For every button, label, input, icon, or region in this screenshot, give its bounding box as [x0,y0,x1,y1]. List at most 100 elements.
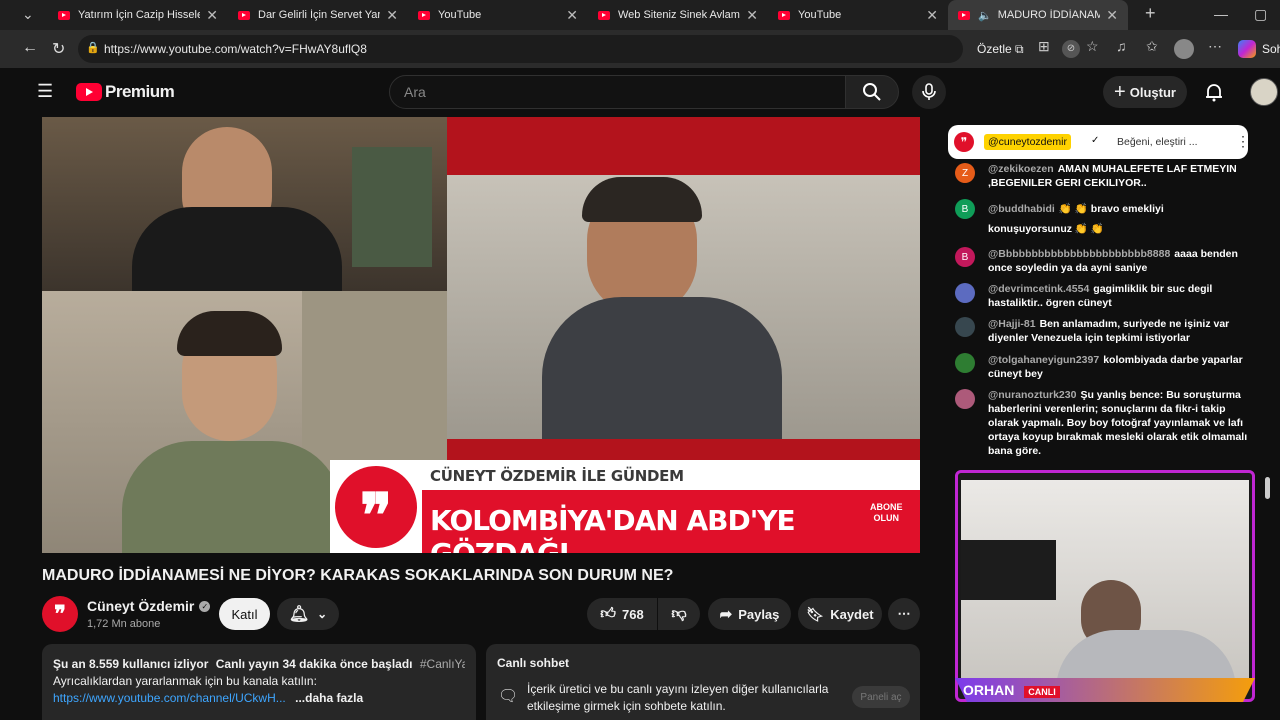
more-actions-button[interactable]: ⋯ [888,598,920,630]
chevron-down-icon: ⌄ [317,607,328,621]
chat-message: @Bbbbbbbbbbbbbbbbbbbbbbb8888 aaaa benden … [988,247,1253,275]
tab-strip: Yatırım İçin Cazip Hisseler Oc ✕ Dar Gel… [48,0,1128,30]
like-button[interactable]: 👍︎ 768 [587,598,657,630]
read-aloud-icon[interactable]: ♫ [1116,38,1127,54]
live-badge: CANLI [1024,686,1060,698]
chat-avatar: Z [955,163,975,183]
show-more-link[interactable]: ...daha fazla [295,691,363,705]
minimize-window-icon[interactable]: — [1214,6,1228,22]
site-info-icon[interactable]: 🔒 [86,41,100,54]
favorites-icon[interactable]: ✩ [1146,38,1158,55]
browser-tab[interactable]: Yatırım İçin Cazip Hisseler Oc ✕ [48,0,228,30]
tab-title: Yatırım İçin Cazip Hisseler Oc [78,9,201,21]
tracking-prevention-icon[interactable]: ⊘ [1062,40,1080,58]
browser-tab[interactable]: Web Siteniz Sinek Avlamasını ✕ [588,0,768,30]
browser-address-bar: ← ↻ 🔒 https://www.youtube.com/watch?v=FH… [0,30,1280,68]
browser-tab-bar: ⌄ Yatırım İçin Cazip Hisseler Oc ✕ Dar G… [0,0,1280,30]
close-tab-icon[interactable]: ✕ [566,7,578,24]
quote-logo-icon: ❞ [330,460,422,553]
channel-link[interactable]: https://www.youtube.com/channel/UCkwH... [53,691,286,705]
search-input[interactable]: Ara [389,75,846,109]
tab-list-chevron-icon[interactable]: ⌄ [22,6,34,23]
close-tab-icon[interactable]: ✕ [386,7,398,24]
browser-tab[interactable]: YouTube ✕ [408,0,588,30]
audio-playing-icon[interactable]: 🔈 [978,9,992,22]
chat-author[interactable]: @nuranozturk230 [988,389,1076,401]
verified-check-icon: ✓ [199,600,211,612]
hashtag-link[interactable]: #CanlıYayın [420,657,465,671]
channel-mini-avatar: ❞ [954,132,974,152]
hamburger-menu-icon[interactable]: ☰ [37,81,53,102]
favorite-star-icon[interactable]: ☆ [1086,38,1099,55]
join-button[interactable]: Katıl [219,598,270,630]
youtube-favicon-icon [598,10,610,20]
open-panel-button[interactable]: Paneli aç [852,686,910,708]
search-icon [863,83,881,101]
channel-name[interactable]: Cüneyt Özdemir [87,598,194,614]
subscribed-notifications-button[interactable]: 🔔︎ ⌄ [277,598,339,630]
notifications-bell-icon[interactable] [1204,82,1224,102]
pinned-message-banner[interactable]: ❞ @cuneytozdemir ✓ Beğeni, eleştiri ... … [948,125,1250,159]
summarize-button[interactable]: Özetle ⧉ [977,42,1024,57]
subscribe-badge: ABONE OLUN [870,502,903,524]
share-button[interactable]: ➦ Paylaş [708,598,791,630]
verified-check-icon: ✓ [1091,135,1100,146]
youtube-favicon-icon [58,10,70,20]
streamer-webcam-overlay: ORHAN CANLI [955,470,1255,702]
copilot-icon[interactable] [1238,40,1256,58]
create-button[interactable]: + Oluştur [1103,76,1187,108]
maximize-window-icon[interactable]: ▢ [1254,6,1267,23]
user-avatar[interactable] [1250,78,1278,106]
chat-author[interactable]: @zekikoezen [988,163,1054,175]
close-tab-icon[interactable]: ✕ [1106,7,1118,24]
overlay-name-text: ORHAN [963,682,1015,698]
pinned-text: Beğeni, eleştiri ... [1117,136,1198,148]
description-text: Ayrıcalıklardan yararlanmak için bu kana… [53,674,317,688]
youtube-logo[interactable]: Premium [76,82,175,102]
chat-author[interactable]: @Bbbbbbbbbbbbbbbbbbbbbbb8888 [988,248,1170,260]
tab-title: Web Siteniz Sinek Avlamasını [618,9,740,21]
create-label: Oluştur [1129,84,1176,100]
chat-author[interactable]: @tolgahaneyigun2397 [988,354,1099,366]
back-arrow-icon[interactable]: ← [22,39,38,57]
dislike-button[interactable]: 👎︎ [658,598,700,630]
browser-tab[interactable]: Dar Gelirli İçin Servet Yaratma ✕ [228,0,408,30]
close-tab-icon[interactable]: ✕ [926,7,938,24]
share-label: Paylaş [738,606,780,622]
search-placeholder: Ara [404,84,426,100]
show-name: CÜNEYT ÖZDEMİR İLE GÜNDEM [430,467,684,485]
video-player[interactable]: CÜNEYT ÖZDEMİR İLE GÜNDEM KOLOMBİYA'DAN … [42,117,920,553]
open-panel-label: Paneli aç [860,691,902,703]
more-vertical-icon[interactable]: ⋮ [1236,133,1250,150]
chat-author[interactable]: @devrimcetink.4554 [988,283,1089,295]
search-button[interactable] [845,75,899,109]
save-button[interactable]: 🔖︎ Kaydet [798,598,882,630]
thumbs-down-icon: 👎︎ [671,605,687,622]
chat-scrollbar[interactable] [1265,477,1270,499]
browser-tab-active[interactable]: 🔈 MADURO İDDİANAMESİ ✕ [948,0,1128,30]
thumbs-up-icon: 👍︎ [600,605,616,622]
profile-avatar-icon[interactable] [1174,39,1194,59]
chat-author[interactable]: @buddhabidi [988,203,1055,215]
channel-avatar[interactable]: ❞ [42,596,78,632]
microphone-icon [922,83,936,100]
chat-avatar: B [955,199,975,219]
youtube-favicon-icon [778,10,790,20]
save-label: Kaydet [830,606,874,622]
browser-tab[interactable]: YouTube ✕ [768,0,948,30]
youtube-favicon-icon [958,10,970,20]
chat-message: @Hajji-81 Ben anlamadım, suriyede ne işin… [988,317,1253,345]
more-menu-icon[interactable]: ⋯ [1208,38,1222,55]
voice-search-button[interactable] [912,75,946,109]
new-tab-icon[interactable]: + [1145,3,1156,24]
description-box[interactable]: Şu an 8.559 kullanıcı izliyor Canlı yayı… [42,644,476,720]
reload-icon[interactable]: ↻ [52,39,65,59]
video-panel-speaker [447,117,920,460]
close-tab-icon[interactable]: ✕ [746,7,758,24]
apps-grid-icon[interactable]: ⊞ [1038,38,1050,55]
logo-text: Premium [105,82,175,101]
close-tab-icon[interactable]: ✕ [206,7,218,24]
chat-author[interactable]: @Hajji-81 [988,318,1036,330]
url-field[interactable]: 🔒 https://www.youtube.com/watch?v=FHwAY8… [78,35,963,63]
copilot-label[interactable]: Soh [1262,42,1280,56]
